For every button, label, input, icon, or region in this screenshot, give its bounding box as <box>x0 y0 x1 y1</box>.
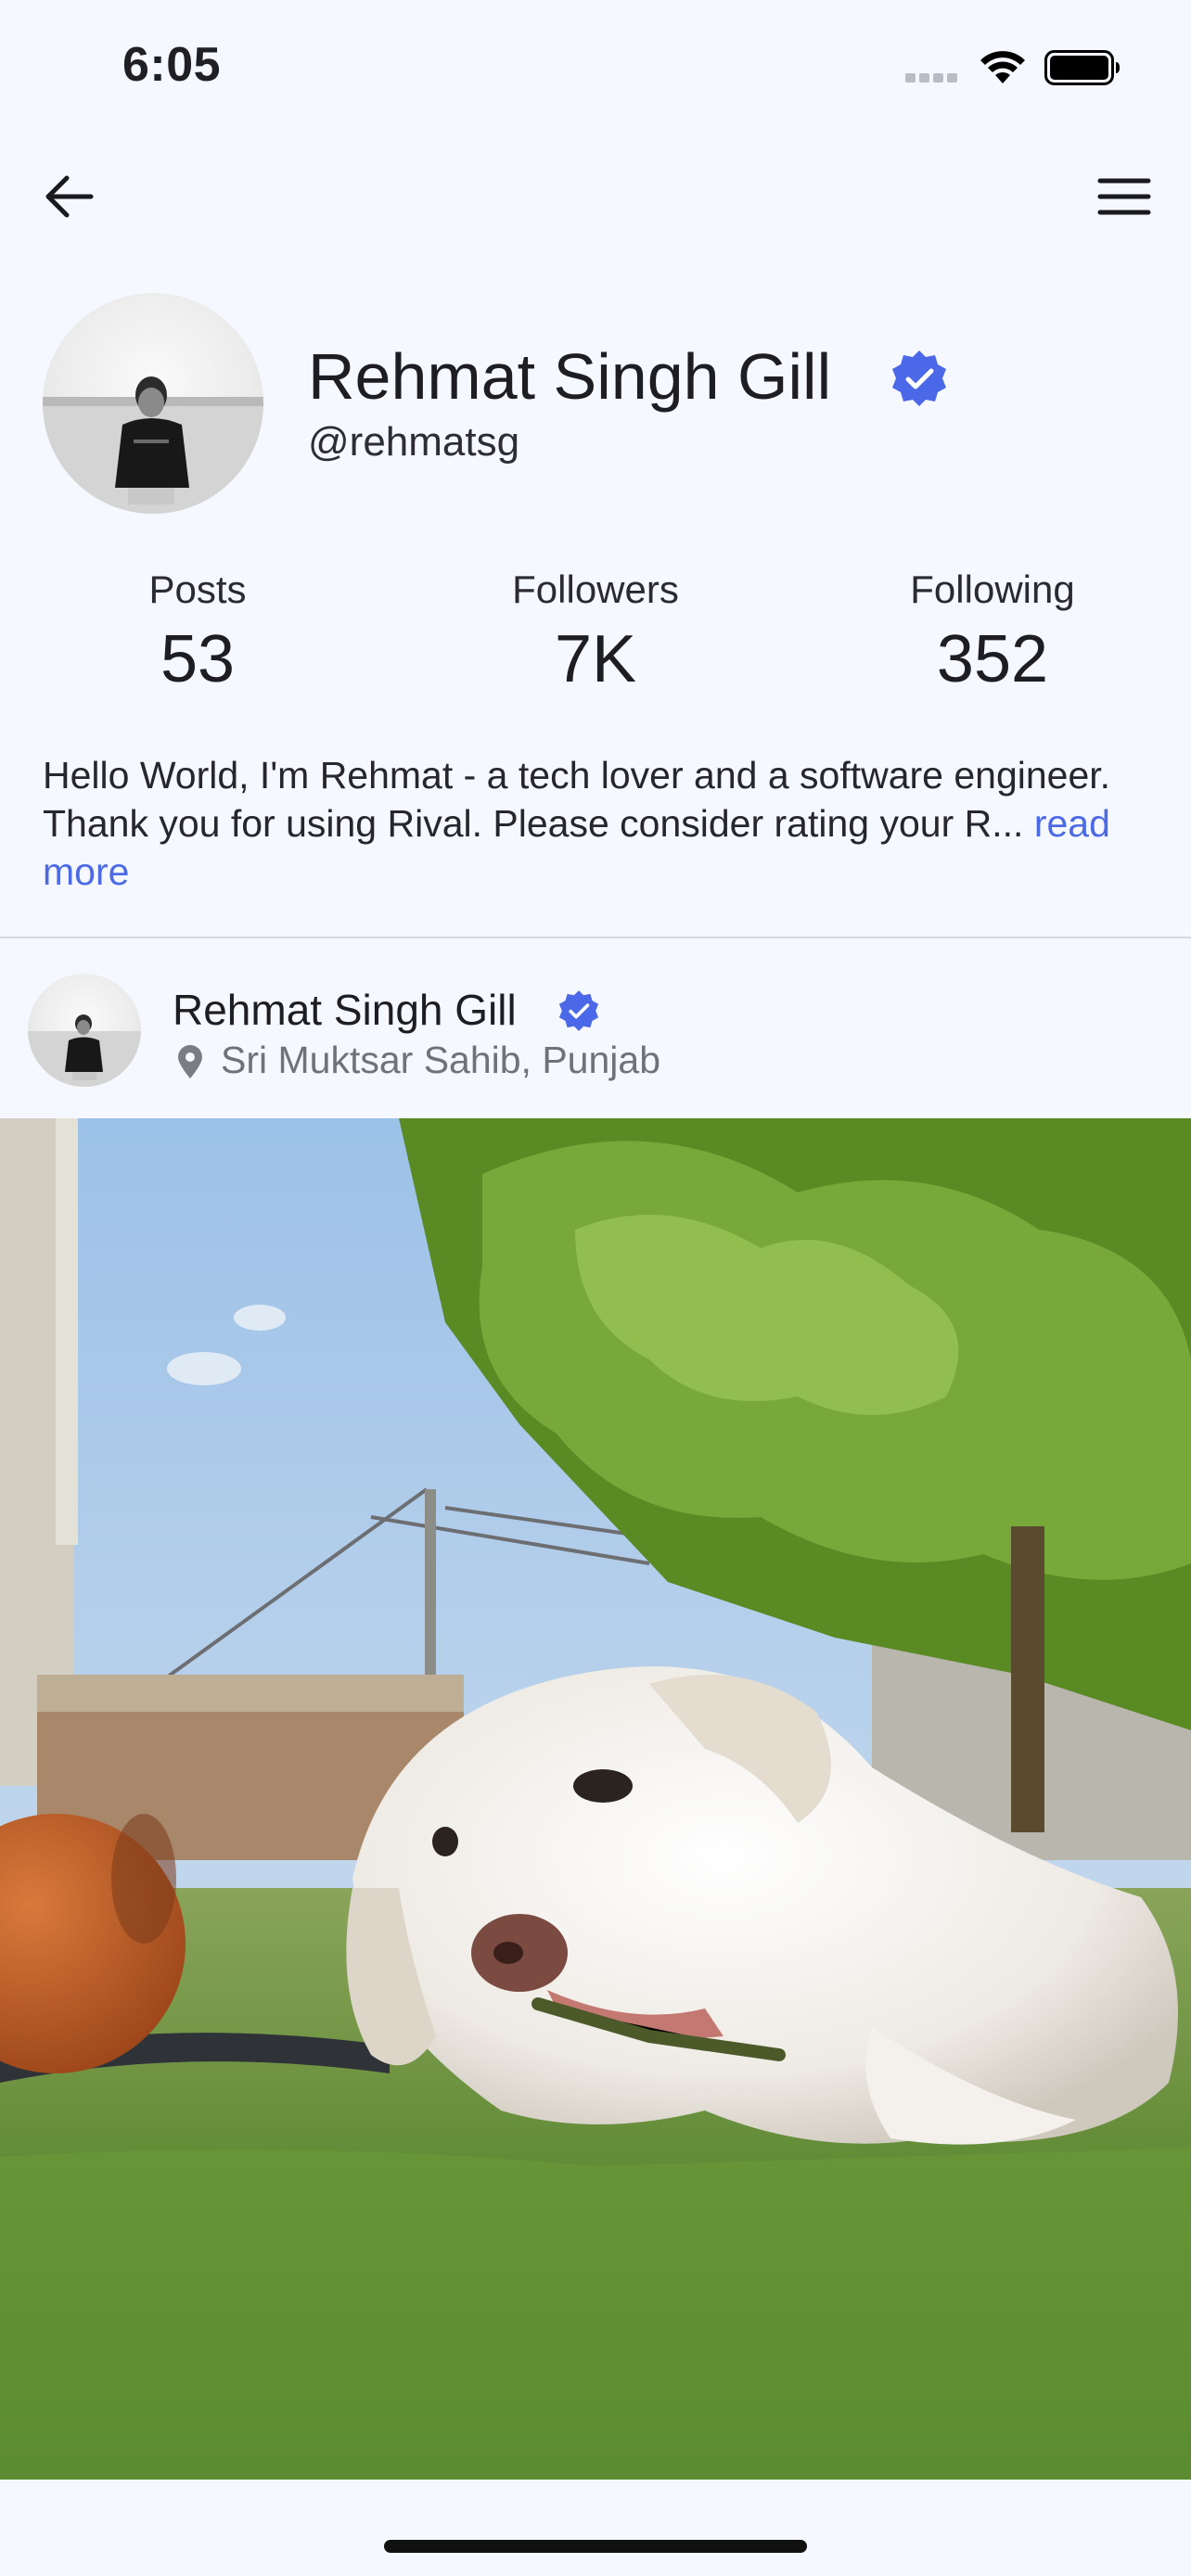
post-location[interactable]: Sri Muktsar Sahib, Punjab <box>221 1039 660 1082</box>
arrow-left-icon <box>45 175 94 218</box>
profile-name: Rehmat Singh Gill <box>308 340 832 413</box>
verified-badge-icon <box>892 351 946 406</box>
stat-value: 352 <box>936 622 1049 696</box>
home-indicator[interactable] <box>384 2540 807 2553</box>
stat-label: Posts <box>148 567 247 611</box>
status-bar: 6:05 <box>0 0 1191 139</box>
stat-label: Followers <box>512 567 679 611</box>
stat-posts[interactable]: Posts 53 <box>68 567 327 697</box>
hamburger-menu-icon <box>1097 178 1151 215</box>
verified-badge-icon <box>558 990 599 1031</box>
stat-label: Following <box>910 567 1075 611</box>
divider <box>0 937 1191 938</box>
stat-followers[interactable]: Followers 7K <box>466 567 725 697</box>
battery-icon <box>1044 50 1120 85</box>
stat-following[interactable]: Following 352 <box>863 567 1122 697</box>
cellular-signal-icon <box>905 70 963 83</box>
menu-button[interactable] <box>1091 167 1158 226</box>
post-image[interactable] <box>0 1118 1191 2480</box>
profile-bio: Hello World, I'm Rehmat - a tech lover a… <box>43 751 1156 896</box>
post-author-name[interactable]: Rehmat Singh Gill <box>173 985 517 1035</box>
stat-value: 7K <box>554 622 637 696</box>
bio-text: Hello World, I'm Rehmat - a tech lover a… <box>43 754 1111 845</box>
location-pin-icon <box>178 1045 202 1078</box>
back-button[interactable] <box>37 167 100 226</box>
status-time: 6:05 <box>122 38 222 92</box>
profile-handle: @rehmatsg <box>308 419 520 465</box>
wifi-icon <box>980 51 1025 83</box>
stat-value: 53 <box>160 622 236 696</box>
post-author-avatar[interactable] <box>28 974 141 1087</box>
profile-avatar[interactable] <box>43 293 263 514</box>
